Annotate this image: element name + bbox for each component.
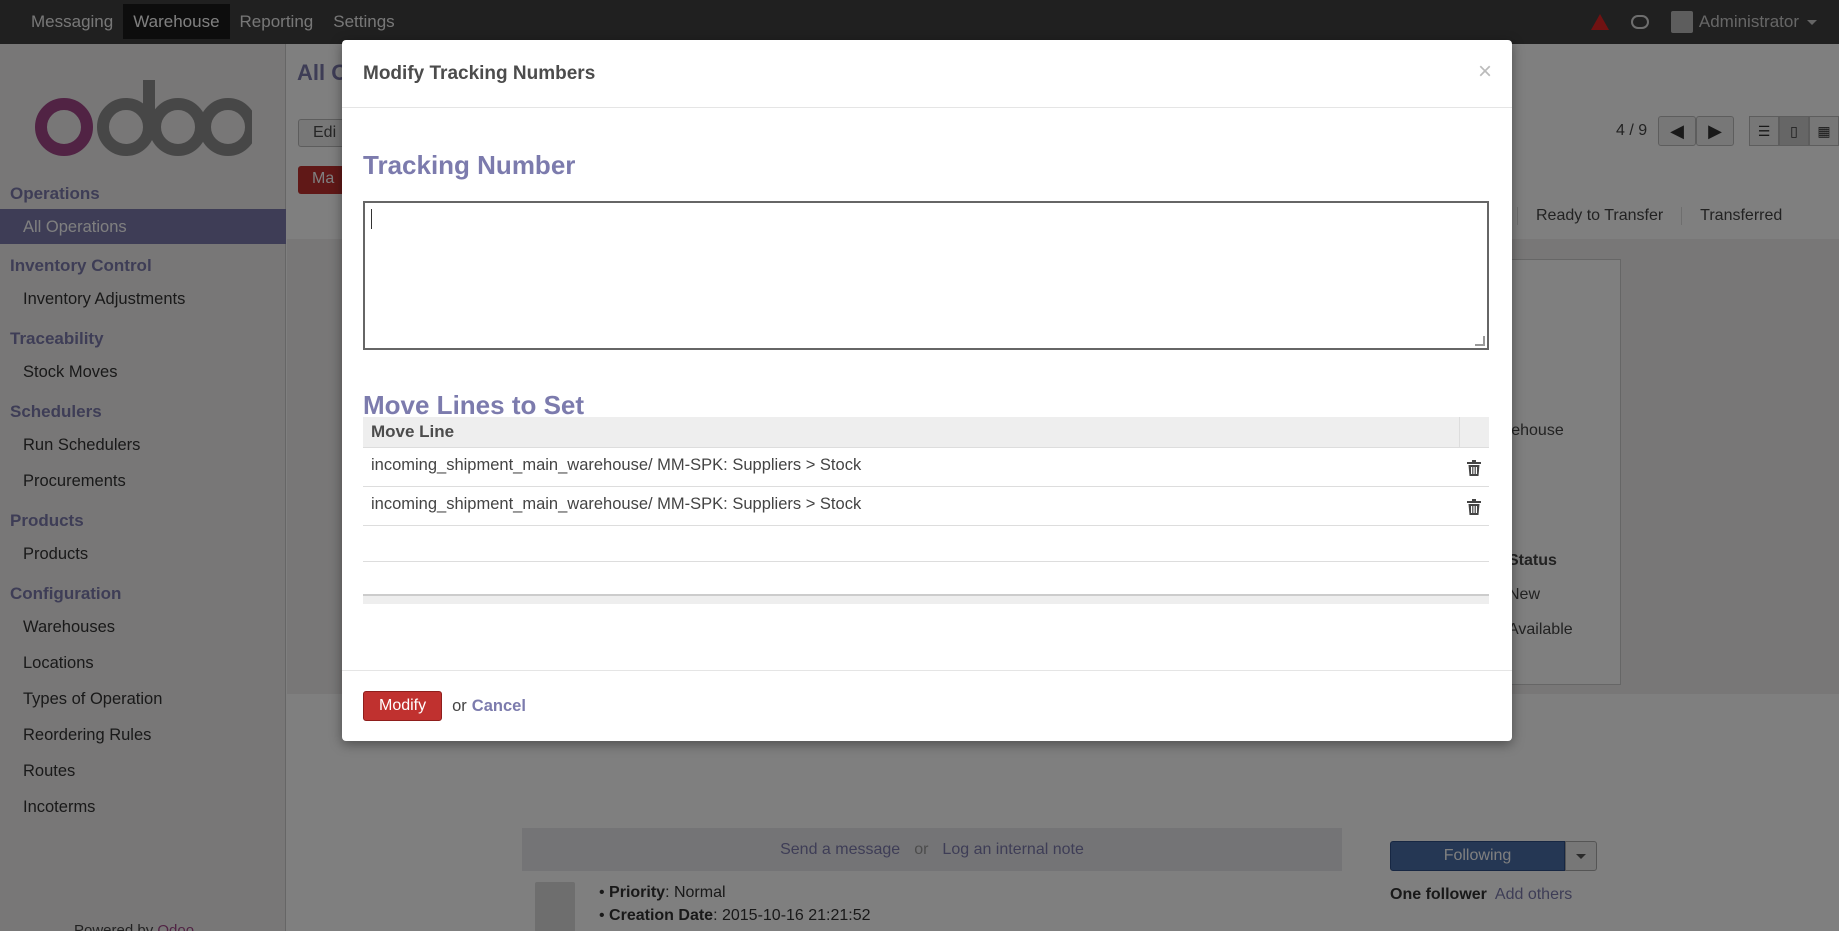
tracking-number-input[interactable]: [363, 201, 1489, 350]
table-row[interactable]: incoming_shipment_main_warehouse/ MM-SPK…: [363, 487, 1489, 526]
delete-row-button[interactable]: [1459, 495, 1489, 515]
tracking-number-heading: Tracking Number: [363, 150, 576, 180]
dialog-header: Modify Tracking Numbers ×: [342, 40, 1512, 108]
actions-column-header: [1459, 416, 1489, 448]
close-icon[interactable]: ×: [1478, 60, 1492, 84]
trash-icon: [1467, 499, 1481, 515]
modify-tracking-dialog: Modify Tracking Numbers × Tracking Numbe…: [342, 40, 1512, 741]
table-footer: [363, 594, 1489, 604]
cancel-button[interactable]: Cancel: [472, 697, 526, 716]
empty-row[interactable]: [363, 526, 1489, 562]
dialog-footer: Modify or Cancel: [342, 670, 1512, 741]
table-header: Move Line: [363, 416, 1489, 448]
delete-row-button[interactable]: [1459, 456, 1489, 476]
modify-button[interactable]: Modify: [363, 691, 443, 721]
move-lines-table: Move Line incoming_shipment_main_warehou…: [363, 416, 1489, 604]
move-line-column-header[interactable]: Move Line: [363, 422, 1459, 442]
table-row[interactable]: incoming_shipment_main_warehouse/ MM-SPK…: [363, 448, 1489, 487]
or-separator: or: [452, 696, 467, 715]
text-cursor: [371, 209, 372, 229]
move-line-cell[interactable]: incoming_shipment_main_warehouse/ MM-SPK…: [363, 456, 1459, 475]
resize-handle[interactable]: [1475, 336, 1485, 346]
move-line-cell[interactable]: incoming_shipment_main_warehouse/ MM-SPK…: [363, 495, 1459, 514]
dialog-title: Modify Tracking Numbers: [363, 62, 596, 84]
trash-icon: [1467, 460, 1481, 476]
